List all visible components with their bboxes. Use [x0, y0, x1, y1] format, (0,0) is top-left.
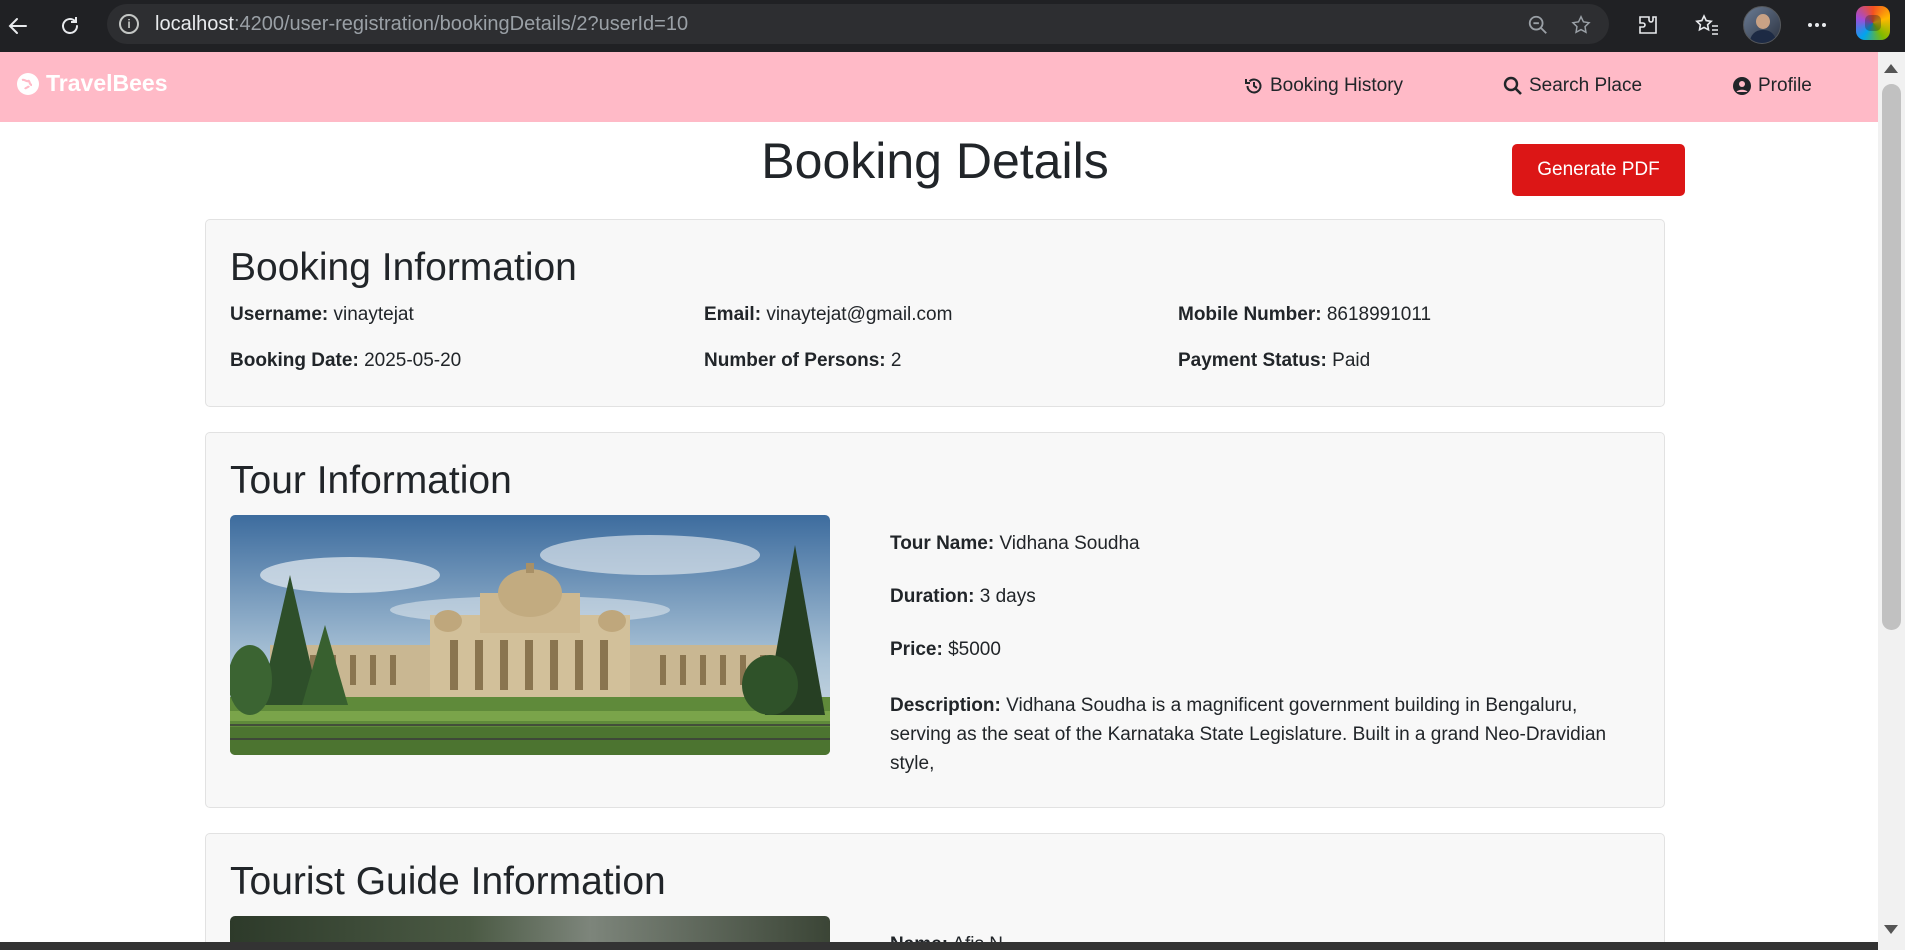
tourist-guide-information-heading: Tourist Guide Information — [230, 860, 666, 903]
field-duration: Duration: 3 days — [890, 586, 1036, 607]
globe-icon — [17, 72, 39, 95]
scroll-up-arrow-icon[interactable] — [1884, 64, 1898, 73]
field-number-of-persons: Number of Persons: 2 — [704, 350, 902, 371]
favorites-icon[interactable] — [1692, 10, 1722, 40]
back-button[interactable] — [0, 8, 36, 44]
generate-pdf-button[interactable]: Generate PDF — [1512, 144, 1685, 196]
site-info-icon[interactable]: i — [119, 14, 139, 34]
nav-search-place[interactable]: Search Place — [1503, 75, 1642, 97]
scrollbar-thumb[interactable] — [1882, 84, 1901, 630]
tour-image — [230, 515, 830, 755]
field-booking-date: Booking Date: 2025-05-20 — [230, 350, 462, 371]
page-title: Booking Details — [761, 133, 1109, 189]
nav-booking-history-label: Booking History — [1270, 75, 1404, 96]
tourist-guide-information-card: Tourist Guide Information Name: Afis N — [205, 833, 1665, 950]
field-mobile-number: Mobile Number: 8618991011 — [1178, 304, 1432, 325]
reload-icon — [62, 17, 78, 34]
browser-toolbar: i localhost:4200/user-registration/booki… — [0, 0, 1905, 52]
back-arrow-icon — [8, 18, 27, 34]
field-username: Username: vinaytejat — [230, 304, 414, 325]
booking-information-card: Booking Information Username: vinaytejat… — [205, 219, 1665, 407]
nav-profile[interactable]: Profile — [1732, 75, 1812, 97]
star-icon[interactable] — [1570, 14, 1592, 36]
booking-information-heading: Booking Information — [230, 246, 577, 289]
app-navbar: TravelBees Booking History Search Place … — [0, 52, 1878, 122]
brand-name: TravelBees — [46, 70, 168, 96]
field-email: Email: vinaytejat@gmail.com — [704, 304, 953, 325]
search-icon — [1503, 76, 1522, 95]
more-options-icon[interactable] — [1802, 10, 1832, 40]
brand-logo[interactable]: TravelBees — [16, 70, 167, 97]
field-payment-status: Payment Status: Paid — [1178, 350, 1371, 371]
history-icon — [1245, 78, 1262, 94]
url-host: localhost — [155, 12, 234, 35]
copilot-icon[interactable] — [1856, 6, 1890, 40]
nav-booking-history[interactable]: Booking History — [1244, 75, 1403, 97]
extensions-icon[interactable] — [1633, 10, 1663, 40]
user-circle-icon — [1733, 77, 1751, 95]
window-bottom-edge — [0, 942, 1878, 950]
avatar[interactable] — [1743, 6, 1781, 44]
tour-information-heading: Tour Information — [230, 459, 512, 502]
field-description: Description: Vidhana Soudha is a magnifi… — [890, 695, 1607, 774]
tour-information-card: Tour Information Tour Name: Vidhana Soud… — [205, 432, 1665, 808]
field-price: Price: $5000 — [890, 639, 1001, 660]
address-bar[interactable]: i localhost:4200/user-registration/booki… — [107, 4, 1609, 44]
field-tour-name: Tour Name: Vidhana Soudha — [890, 533, 1140, 554]
nav-search-place-label: Search Place — [1529, 75, 1643, 96]
reload-button[interactable] — [52, 8, 88, 44]
nav-profile-label: Profile — [1758, 75, 1812, 96]
zoom-out-icon[interactable] — [1527, 14, 1549, 36]
url-path: :4200/user-registration/bookingDetails/2… — [233, 12, 689, 35]
scroll-down-arrow-icon[interactable] — [1884, 925, 1898, 934]
